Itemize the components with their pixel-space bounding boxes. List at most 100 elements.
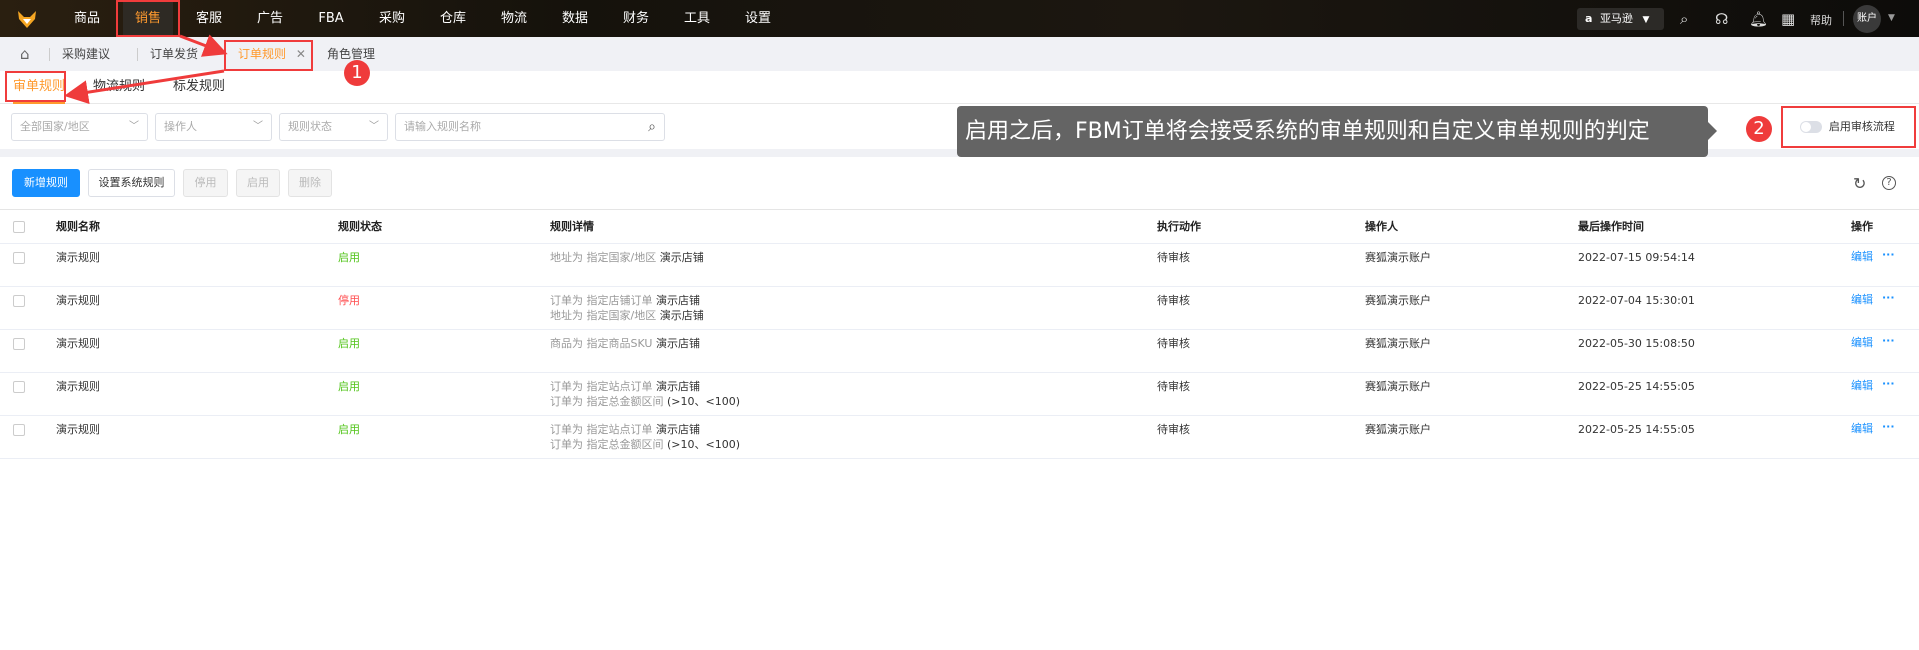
more-icon[interactable]: ··· — [1882, 290, 1895, 306]
last-op-time: 2022-07-15 09:54:14 — [1578, 251, 1695, 264]
search-icon[interactable]: ⌕ — [1680, 10, 1688, 28]
header-time: 最后操作时间 — [1578, 220, 1644, 233]
refresh-icon[interactable]: ↻ — [1853, 174, 1866, 193]
delete-button[interactable]: 删除 — [288, 169, 332, 197]
table-row: 演示规则 启用 地址为 指定国家/地区 演示店铺 待审核 赛狐演示账户 2022-07-1… — [0, 244, 1919, 287]
exec-action: 待审核 — [1157, 380, 1190, 393]
operator-select[interactable]: 操作人 ﹀ — [155, 113, 272, 141]
header-details: 规则详情 — [550, 220, 594, 233]
detail-value: 演示店铺 — [655, 337, 700, 350]
edit-link[interactable]: 编辑 — [1851, 378, 1873, 394]
last-op-time: 2022-05-30 15:08:50 — [1578, 337, 1695, 350]
apps-grid-icon[interactable]: ▦ — [1781, 10, 1795, 28]
exec-action: 待审核 — [1157, 337, 1190, 350]
operator: 赛狐演示账户 — [1365, 294, 1431, 307]
select-all-checkbox[interactable] — [13, 221, 25, 233]
nav-item[interactable]: 工具 — [672, 0, 722, 37]
rule-detail: 订单为 指定店铺订单 演示店铺 — [550, 293, 700, 309]
disable-button[interactable]: 停用 — [183, 169, 228, 197]
row-checkbox[interactable] — [13, 424, 25, 436]
bell-icon[interactable]: 🔔︎ — [1749, 10, 1768, 28]
detail-value: 演示店铺 — [656, 380, 700, 393]
operator: 赛狐演示账户 — [1365, 251, 1431, 264]
headset-icon[interactable]: ☊ — [1715, 10, 1728, 28]
header-name: 规则名称 — [56, 220, 100, 233]
marketplace-selector[interactable]: a 亚马逊 ▼ — [1577, 8, 1664, 30]
table-row: 演示规则 启用 商品为 指定商品SKU 演示店铺 待审核 赛狐演示账户 2022-05-3… — [0, 330, 1919, 373]
more-icon[interactable]: ··· — [1882, 333, 1895, 349]
exec-action: 待审核 — [1157, 294, 1190, 307]
header-status: 规则状态 — [338, 220, 382, 233]
enable-button[interactable]: 启用 — [236, 169, 280, 197]
rule-name-search-input[interactable]: 请输入规则名称 ⌕ — [395, 113, 665, 141]
last-op-time: 2022-05-25 14:55:05 — [1578, 380, 1695, 393]
exec-action: 待审核 — [1157, 251, 1190, 264]
status-badge: 启用 — [338, 380, 360, 393]
more-icon[interactable]: ··· — [1882, 419, 1895, 435]
arrow-to-audit-rules — [64, 69, 225, 105]
rule-name: 演示规则 — [56, 294, 100, 307]
detail-value: 演示店铺 — [656, 294, 700, 307]
last-op-time: 2022-05-25 14:55:05 — [1578, 423, 1695, 436]
nav-item[interactable]: 数据 — [550, 0, 600, 37]
status-badge: 停用 — [338, 294, 360, 307]
nav-item[interactable]: 物流 — [489, 0, 539, 37]
rule-detail: 订单为 指定总金额区间 (>10、<100) — [550, 394, 740, 410]
country-select[interactable]: 全部国家/地区 ﹀ — [11, 113, 148, 141]
edit-link[interactable]: 编辑 — [1851, 335, 1873, 351]
header-action: 执行动作 — [1157, 220, 1201, 233]
detail-label: 订单为 指定总金额区间 — [550, 438, 664, 451]
status-badge: 启用 — [338, 337, 360, 350]
account-label: 账户 — [1857, 13, 1877, 24]
edit-link[interactable]: 编辑 — [1851, 292, 1873, 308]
more-icon[interactable]: ··· — [1882, 247, 1895, 263]
detail-label: 订单为 指定总金额区间 — [550, 395, 664, 408]
detail-value: 演示店铺 — [656, 423, 700, 436]
row-checkbox[interactable] — [13, 338, 25, 350]
status-badge: 启用 — [338, 251, 360, 264]
row-checkbox[interactable] — [13, 252, 25, 264]
status-select[interactable]: 规则状态 ﹀ — [279, 113, 388, 141]
edit-link[interactable]: 编辑 — [1851, 249, 1873, 265]
edit-link[interactable]: 编辑 — [1851, 421, 1873, 437]
detail-label: 商品为 指定商品SKU — [550, 337, 653, 350]
chevron-down-icon: ﹀ — [369, 121, 379, 132]
detail-label: 地址为 指定国家/地区 — [550, 309, 657, 322]
last-op-time: 2022-07-04 15:30:01 — [1578, 294, 1695, 307]
country-select-label: 全部国家/地区 — [20, 120, 90, 133]
rule-detail: 商品为 指定商品SKU 演示店铺 — [550, 336, 700, 352]
table-row: 演示规则 停用 订单为 指定店铺订单 演示店铺 地址为 指定国家/地区 演示店铺 待审核… — [0, 287, 1919, 330]
system-rules-button[interactable]: 设置系统规则 — [88, 169, 175, 197]
detail-label: 订单为 指定店铺订单 — [550, 294, 653, 307]
nav-item[interactable]: 仓库 — [428, 0, 478, 37]
search-placeholder: 请输入规则名称 — [404, 120, 481, 133]
table-row: 演示规则 启用 订单为 指定站点订单 演示店铺 订单为 指定总金额区间 (>10、<1… — [0, 416, 1919, 459]
detail-value: 演示店铺 — [659, 309, 704, 322]
help-link[interactable]: 帮助 — [1810, 12, 1832, 28]
chevron-down-icon: ﹀ — [129, 121, 139, 132]
detail-value: (>10、<100) — [667, 438, 741, 451]
annotation-badge-2: 2 — [1746, 116, 1772, 142]
chevron-down-icon: ﹀ — [253, 121, 263, 132]
add-rule-button[interactable]: 新增规则 — [12, 169, 80, 197]
nav-item[interactable]: 设置 — [733, 0, 783, 37]
operator: 赛狐演示账户 — [1365, 337, 1431, 350]
arrow-to-order-rules — [179, 34, 228, 57]
search-icon[interactable]: ⌕ — [648, 114, 656, 140]
row-checkbox[interactable] — [13, 295, 25, 307]
annotation-arrows — [64, 34, 228, 105]
tooltip-arrow — [1708, 122, 1717, 140]
status-badge: 启用 — [338, 423, 360, 436]
help-circle-icon[interactable]: ? — [1882, 176, 1896, 190]
status-select-label: 规则状态 — [288, 120, 332, 133]
account-caret-icon[interactable]: ▼ — [1888, 13, 1895, 23]
avatar[interactable]: 账户 — [1853, 5, 1881, 33]
nav-item[interactable]: 财务 — [611, 0, 661, 37]
rule-detail: 订单为 指定总金额区间 (>10、<100) — [550, 437, 740, 453]
more-icon[interactable]: ··· — [1882, 376, 1895, 392]
detail-value: (>10、<100) — [667, 395, 741, 408]
detail-value: 演示店铺 — [659, 251, 704, 264]
row-checkbox[interactable] — [13, 381, 25, 393]
annotation-tooltip: 启用之后，FBM订单将会接受系统的审单规则和自定义审单规则的判定 — [957, 106, 1708, 157]
detail-label: 订单为 指定站点订单 — [550, 423, 653, 436]
